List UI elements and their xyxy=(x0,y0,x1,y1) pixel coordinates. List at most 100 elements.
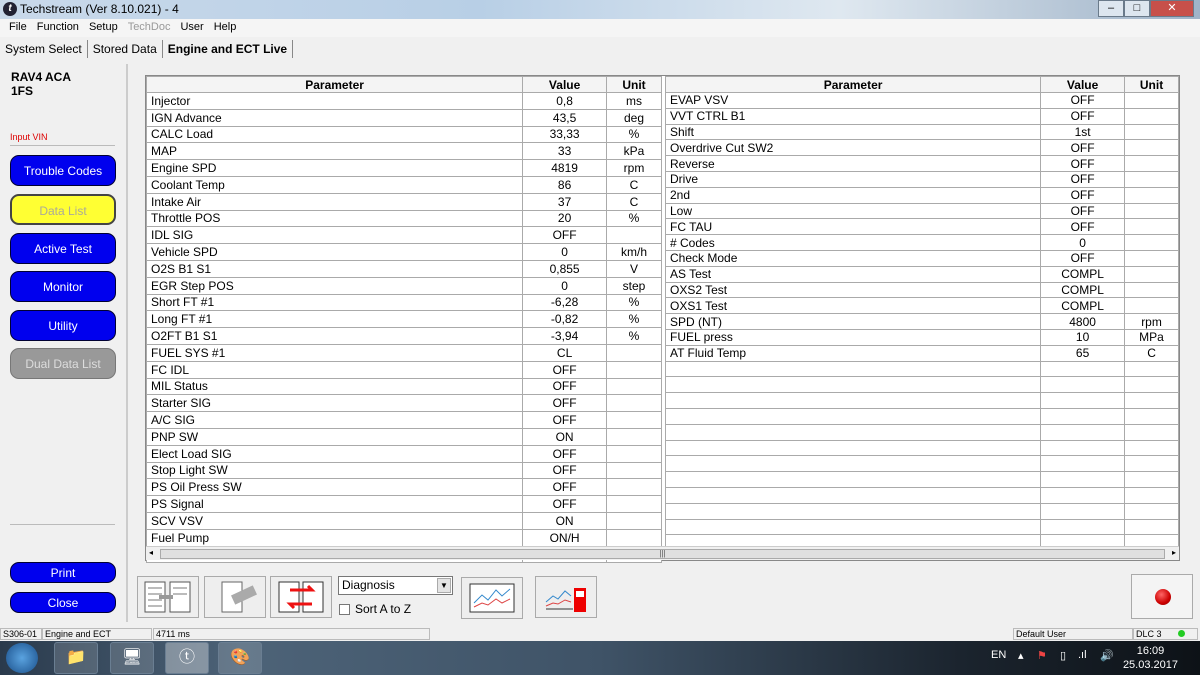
table-row[interactable]: Check Mode OFF xyxy=(664,249,1179,267)
language-indicator[interactable]: EN xyxy=(991,649,1006,661)
clock[interactable]: 16:09 25.03.2017 xyxy=(1123,644,1178,672)
maximize-button[interactable]: □ xyxy=(1124,0,1150,17)
table-row[interactable]: FUEL press 10 MPa xyxy=(664,328,1179,346)
empty-row[interactable] xyxy=(664,360,1179,378)
table-row[interactable]: Low OFF xyxy=(664,202,1179,220)
column-header-parameter[interactable]: Parameter xyxy=(664,76,1042,93)
table-row[interactable]: O2S B1 S1 0,855 V xyxy=(145,259,662,278)
paint-taskbar-icon[interactable]: 🎨 xyxy=(218,642,262,674)
table-row[interactable]: SPD (NT) 4800 rpm xyxy=(664,313,1179,330)
horizontal-scrollbar[interactable]: ◂ ||| ▸ xyxy=(146,546,1179,560)
network-signal-icon[interactable]: .ıl xyxy=(1078,649,1087,661)
scroll-left-icon[interactable]: ◂ xyxy=(149,548,153,557)
trouble-codes-button[interactable]: Trouble Codes xyxy=(10,155,116,186)
table-row[interactable]: Throttle POS 20% xyxy=(145,209,662,228)
record-button[interactable] xyxy=(1131,574,1193,619)
menu-function[interactable]: Function xyxy=(32,19,84,37)
action-center-icon[interactable]: ⚑ xyxy=(1037,649,1047,662)
table-row[interactable]: EGR Step POS 0 step xyxy=(145,276,662,295)
table-row[interactable]: FUEL SYS #1 CL xyxy=(145,343,662,362)
table-row[interactable]: PS Signal OFF xyxy=(145,495,662,513)
menu-user[interactable]: User xyxy=(175,19,208,37)
column-header-parameter[interactable]: Parameter xyxy=(145,76,524,93)
table-row[interactable]: # Codes 0 xyxy=(664,234,1179,251)
table-row[interactable]: IGN Advance 43,5 deg xyxy=(145,108,662,127)
data-list-button[interactable]: Data List xyxy=(10,194,116,225)
start-button[interactable] xyxy=(6,643,38,673)
table-row[interactable]: A/C SIG OFF xyxy=(145,411,662,429)
menu-help[interactable]: Help xyxy=(209,19,242,37)
input-vin-link[interactable]: Input VIN xyxy=(10,132,48,142)
empty-row[interactable] xyxy=(664,471,1179,488)
empty-row[interactable] xyxy=(664,455,1179,473)
table-row[interactable]: Long FT #1 -0,82% xyxy=(145,310,662,329)
techstream-taskbar-icon[interactable]: ⓣ xyxy=(165,642,209,674)
tab-stored-data[interactable]: Stored Data xyxy=(88,40,163,58)
swap-lists-button[interactable] xyxy=(270,576,332,618)
table-row[interactable]: Coolant Temp 86 C xyxy=(145,175,662,194)
table-row[interactable]: OXS1 Test COMPL xyxy=(664,297,1179,315)
table-row[interactable]: Starter SIG OFF xyxy=(145,394,662,413)
menu-setup[interactable]: Setup xyxy=(84,19,123,37)
table-row[interactable]: AS Test COMPL xyxy=(664,265,1179,283)
tab-system-select[interactable]: System Select xyxy=(0,40,88,58)
empty-row[interactable] xyxy=(664,376,1179,394)
table-row[interactable]: Shift 1st xyxy=(664,123,1179,141)
close-window-button[interactable]: ✕ xyxy=(1150,0,1194,17)
table-row[interactable]: 2nd OFF xyxy=(664,186,1179,204)
checkbox-box[interactable] xyxy=(339,603,350,615)
minimize-button[interactable]: ‒ xyxy=(1098,0,1124,17)
graph-button[interactable] xyxy=(461,577,523,619)
battery-icon[interactable]: ▯ xyxy=(1060,649,1066,662)
table-row[interactable]: Engine SPD 4819 rpm xyxy=(145,159,662,177)
volume-icon[interactable]: 🔊 xyxy=(1100,649,1114,662)
empty-row[interactable] xyxy=(664,502,1179,520)
menu-file[interactable]: File xyxy=(4,19,32,37)
table-row[interactable]: Drive OFF xyxy=(664,170,1179,188)
empty-row[interactable] xyxy=(664,518,1179,536)
print-button[interactable]: Print xyxy=(10,562,116,583)
table-row[interactable]: MAP 33 kPa xyxy=(145,142,662,161)
empty-row[interactable] xyxy=(664,486,1179,504)
table-row[interactable]: Short FT #1 -6,28% xyxy=(145,293,662,312)
empty-row[interactable] xyxy=(664,423,1179,441)
table-row[interactable]: Vehicle SPD 0 km/h xyxy=(145,243,662,261)
table-row[interactable]: PS Oil Press SW OFF xyxy=(145,478,662,497)
table-row[interactable]: Intake Air 37 C xyxy=(145,192,662,211)
close-button[interactable]: Close xyxy=(10,592,116,613)
scroll-right-icon[interactable]: ▸ xyxy=(1172,548,1176,557)
column-header-unit[interactable]: Unit xyxy=(1124,76,1179,93)
table-row[interactable]: Elect Load SIG OFF xyxy=(145,444,662,463)
table-row[interactable]: AT Fluid Temp 65 C xyxy=(664,344,1179,362)
table-row[interactable]: VVT CTRL B1 OFF xyxy=(664,107,1179,125)
sort-a-to-z-checkbox[interactable]: Sort A to Z xyxy=(339,602,411,616)
table-row[interactable]: Reverse OFF xyxy=(664,155,1179,172)
table-row[interactable]: MIL Status OFF xyxy=(145,377,662,396)
display-mode-dropdown[interactable]: Diagnosis ▼ xyxy=(338,576,453,595)
empty-row[interactable] xyxy=(664,392,1179,409)
monitor-button[interactable]: Monitor xyxy=(10,271,116,302)
table-row[interactable]: OXS2 Test COMPL xyxy=(664,281,1179,299)
column-header-value[interactable]: Value xyxy=(1040,76,1126,93)
table-row[interactable]: O2FT B1 S1 -3,94% xyxy=(145,327,662,345)
table-row[interactable]: FC IDL OFF xyxy=(145,360,662,379)
table-row[interactable]: Overdrive Cut SW2 OFF xyxy=(664,139,1179,157)
table-row[interactable]: Fuel Pump ON/H xyxy=(145,528,662,547)
table-row[interactable]: SCV VSV ON xyxy=(145,511,662,530)
tab-engine-ect-live[interactable]: Engine and ECT Live xyxy=(163,40,294,58)
show-hidden-icons[interactable]: ▴ xyxy=(1018,649,1024,662)
utility-button[interactable]: Utility xyxy=(10,310,116,341)
table-row[interactable]: Injector 0,8 ms xyxy=(145,92,662,110)
empty-row[interactable] xyxy=(664,407,1179,425)
active-test-button[interactable]: Active Test xyxy=(10,233,116,264)
table-row[interactable]: PNP SW ON xyxy=(145,427,662,446)
remote-desktop-taskbar-icon[interactable]: 🖥 xyxy=(110,642,154,674)
table-row[interactable]: CALC Load 33,33% xyxy=(145,125,662,144)
table-row[interactable]: EVAP VSV OFF xyxy=(664,92,1179,109)
column-header-value[interactable]: Value xyxy=(522,76,608,93)
table-row[interactable]: FC TAU OFF xyxy=(664,218,1179,236)
store-data-button[interactable] xyxy=(204,576,266,618)
chevron-down-icon[interactable]: ▼ xyxy=(437,578,451,593)
table-row[interactable]: IDL SIG OFF xyxy=(145,226,662,245)
scrollbar-thumb[interactable]: ||| xyxy=(160,549,1165,559)
